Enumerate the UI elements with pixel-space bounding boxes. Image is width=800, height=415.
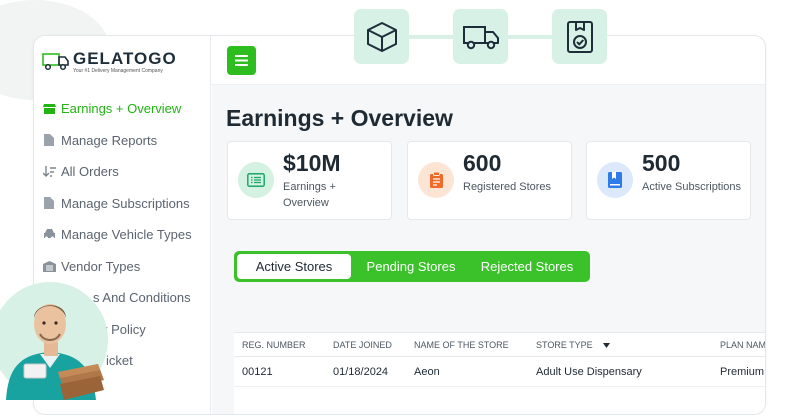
stat-card-subscriptions: 500 Active Subscriptions xyxy=(586,141,751,220)
stat-label: Registered Stores xyxy=(463,181,552,193)
sidebar-item-label: Manage Vehicle Types xyxy=(61,227,192,243)
caret-down-icon xyxy=(603,343,611,348)
app-window: GELATOGO Your #1 Delivery Management Com… xyxy=(33,35,766,415)
stat-label: Active Subscriptions xyxy=(642,181,742,193)
clipboard-icon xyxy=(418,162,454,198)
cell-store-name: Aeon xyxy=(414,366,440,378)
column-header-plan-name[interactable]: PLAN NAM xyxy=(720,333,765,357)
delivery-person-image xyxy=(0,282,108,400)
bookmark-book-icon xyxy=(597,162,633,198)
stat-value: $10M xyxy=(283,150,341,176)
stat-card-stores: 600 Registered Stores xyxy=(407,141,572,220)
truck-logo-icon xyxy=(42,53,69,71)
cell-plan-name: Premium xyxy=(720,366,765,378)
list-icon xyxy=(238,162,274,198)
cell-reg-number: 00121 xyxy=(242,366,273,378)
sidebar-item-earnings[interactable]: Earnings + Overview xyxy=(34,93,211,125)
document-icon xyxy=(42,196,56,210)
sidebar-item-subscriptions[interactable]: Manage Subscriptions xyxy=(34,188,211,220)
main-content: Earnings + Overview $10M Earnings + Over… xyxy=(212,85,765,414)
logo: GELATOGO Your #1 Delivery Management Com… xyxy=(42,49,207,75)
column-header-store-name[interactable]: NAME OF THE STORE xyxy=(414,333,509,357)
document-icon xyxy=(42,133,56,147)
sidebar-item-label: Manage Subscriptions xyxy=(61,195,190,211)
table-header: REG. NUMBER DATE JOINED NAME OF THE STOR… xyxy=(234,333,765,357)
tab-active-stores[interactable]: Active Stores xyxy=(237,254,351,279)
cell-store-type: Adult Use Dispensary xyxy=(536,366,642,378)
menu-toggle-button[interactable] xyxy=(227,46,256,75)
store-icon xyxy=(42,102,56,116)
page-title: Earnings + Overview xyxy=(226,105,453,131)
tab-rejected-stores[interactable]: Rejected Stores xyxy=(470,254,584,279)
stat-label: Earnings + Overview xyxy=(283,181,336,209)
sort-icon xyxy=(42,165,56,179)
column-header-store-type[interactable]: STORE TYPE xyxy=(536,333,611,357)
box-icon xyxy=(354,9,409,64)
sidebar-item-label: Earnings + Overview xyxy=(61,101,182,117)
hamburger-icon xyxy=(235,55,248,66)
car-icon xyxy=(42,228,56,242)
stores-table: REG. NUMBER DATE JOINED NAME OF THE STOR… xyxy=(234,332,765,414)
stat-card-earnings: $10M Earnings + Overview xyxy=(227,141,392,220)
package-check-icon xyxy=(552,9,607,64)
badge-connector xyxy=(508,35,554,39)
sidebar-item-label: All Orders xyxy=(61,164,119,180)
table-row[interactable]: 00121 01/18/2024 Aeon Adult Use Dispensa… xyxy=(234,357,765,387)
logo-name: GELATOGO xyxy=(73,49,177,68)
logo-tagline: Your #1 Delivery Management Company xyxy=(73,68,163,74)
badge-connector xyxy=(409,35,455,39)
stat-value: 500 xyxy=(642,150,681,176)
sidebar-item-orders[interactable]: All Orders xyxy=(34,156,211,188)
column-header-date-joined[interactable]: DATE JOINED xyxy=(333,333,392,357)
column-header-reg-number[interactable]: REG. NUMBER xyxy=(242,333,306,357)
tab-pending-stores[interactable]: Pending Stores xyxy=(354,254,468,279)
column-header-label: STORE TYPE xyxy=(536,340,593,350)
delivery-truck-icon xyxy=(453,9,508,64)
sidebar-item-label: Manage Reports xyxy=(61,132,158,148)
sidebar-item-vehicle-types[interactable]: Manage Vehicle Types xyxy=(34,219,211,251)
stat-value: 600 xyxy=(463,150,502,176)
cell-date-joined: 01/18/2024 xyxy=(333,366,389,378)
sidebar-item-reports[interactable]: Manage Reports xyxy=(34,125,211,157)
store-tabs: Active Stores Pending Stores Rejected St… xyxy=(234,251,590,282)
